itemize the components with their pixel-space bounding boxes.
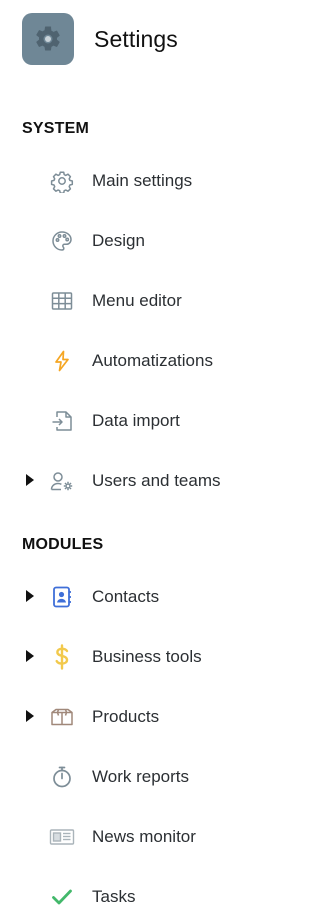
- expand-caret-icon[interactable]: [26, 590, 34, 602]
- app-logo[interactable]: [22, 13, 74, 65]
- expand-caret-icon[interactable]: [26, 474, 34, 486]
- nav-item-tasks[interactable]: Tasks: [0, 875, 336, 919]
- nav-label: Menu editor: [92, 291, 182, 310]
- page-title: Settings: [94, 25, 178, 52]
- nav-label: Contacts: [92, 587, 160, 606]
- nav-label: News monitor: [92, 827, 196, 846]
- nav-label: Work reports: [92, 767, 189, 786]
- expand-caret-icon[interactable]: [26, 650, 34, 662]
- dollar-icon: [49, 644, 75, 670]
- nav-label: Data import: [92, 411, 180, 430]
- stopwatch-icon: [49, 764, 75, 790]
- checkmark-icon: [49, 884, 75, 910]
- newspaper-icon: [49, 824, 75, 850]
- expand-caret-icon[interactable]: [26, 710, 34, 722]
- nav-label: Business tools: [92, 647, 202, 666]
- nav-label: Tasks: [92, 887, 136, 906]
- nav-item-contacts[interactable]: Contacts: [0, 575, 336, 619]
- nav-label: Automatizations: [92, 351, 213, 370]
- section-title-modules: MODULES: [22, 536, 104, 553]
- nav-item-main-settings[interactable]: Main settings: [0, 159, 336, 203]
- user-gear-icon: [49, 468, 75, 494]
- nav-item-news-monitor[interactable]: News monitor: [0, 815, 336, 859]
- box-icon: [49, 704, 75, 730]
- nav-item-data-import[interactable]: Data import: [0, 399, 336, 443]
- settings-panel: Settings SYSTEM Main settings Design Men…: [0, 0, 336, 922]
- nav-label: Design: [92, 231, 145, 250]
- nav-label: Main settings: [92, 171, 193, 190]
- nav-label: Products: [92, 707, 160, 726]
- nav-item-automatizations[interactable]: Automatizations: [0, 339, 336, 383]
- app-header: Settings: [22, 13, 178, 65]
- nav-item-users-and-teams[interactable]: Users and teams: [0, 459, 336, 503]
- grid-icon: [49, 288, 75, 314]
- palette-icon: [49, 228, 75, 254]
- nav-item-products[interactable]: Products: [0, 695, 336, 739]
- section-title-system: SYSTEM: [22, 120, 89, 137]
- address-book-icon: [49, 584, 75, 610]
- nav-item-business-tools[interactable]: Business tools: [0, 635, 336, 679]
- lightning-icon: [49, 348, 75, 374]
- nav-item-work-reports[interactable]: Work reports: [0, 755, 336, 799]
- nav-label: Users and teams: [92, 471, 221, 490]
- gear-icon: [36, 26, 60, 51]
- nav-item-menu-editor[interactable]: Menu editor: [0, 279, 336, 323]
- file-import-icon: [49, 408, 75, 434]
- nav-item-design[interactable]: Design: [0, 219, 336, 263]
- gear-icon: [49, 168, 75, 194]
